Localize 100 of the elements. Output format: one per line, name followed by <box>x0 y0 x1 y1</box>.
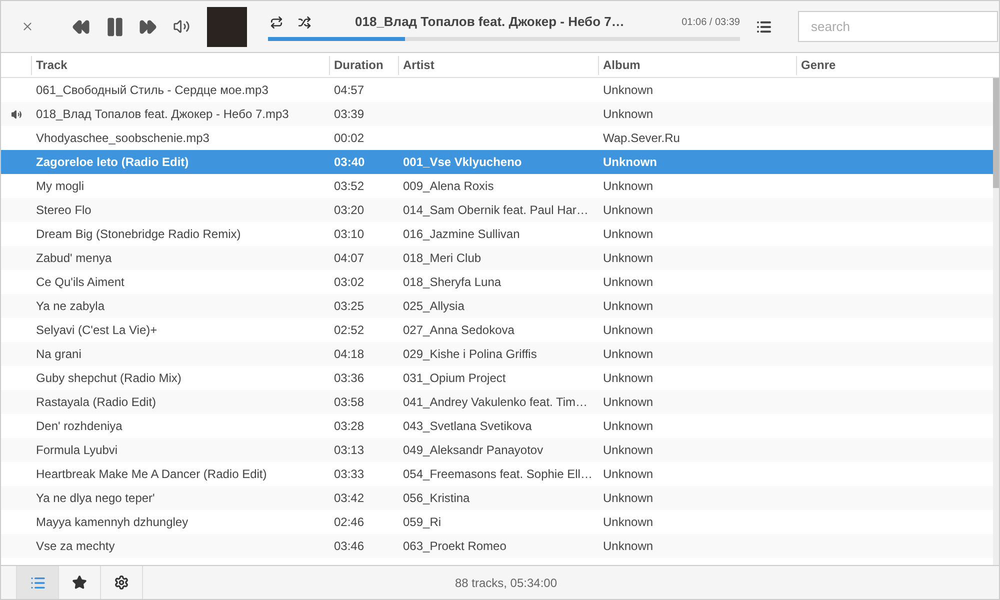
shuffle-icon <box>298 16 310 28</box>
table-cell: Ya ne zabyla <box>36 299 104 313</box>
track-row[interactable]: Zabud' menya 04:07 018_Meri Club Unknown <box>1 246 993 270</box>
table-cell: Formula Lyubvi <box>36 443 118 457</box>
table-cell: Unknown <box>603 275 654 289</box>
playback-time: 01:06 / 03:39 <box>682 16 740 30</box>
playlist-button[interactable] <box>756 18 772 34</box>
progress-track[interactable] <box>268 36 740 41</box>
table-cell: 049_Aleksandr Panayotov <box>403 443 544 457</box>
table-cell: Unknown <box>603 155 657 169</box>
table-cell: 059_Ri <box>403 515 442 529</box>
album-art-placeholder <box>207 6 247 46</box>
table-cell: 03:33 <box>334 467 364 481</box>
table-cell: Unknown <box>603 419 654 433</box>
table-cell: Unknown <box>603 227 654 241</box>
table-cell: 001_Vse Vklyucheno <box>403 155 522 169</box>
table-cell: Unknown <box>603 323 654 337</box>
table-cell: 03:46 <box>334 539 364 553</box>
table-cell: 016_Jazmine Sullivan <box>403 227 520 241</box>
table-cell: Mayya kamennyh dzhungley <box>36 515 188 529</box>
list-icon <box>30 574 46 590</box>
column-header[interactable]: Album <box>598 56 796 74</box>
table-cell: 03:10 <box>334 227 364 241</box>
table-cell: 054_Freemasons feat. Sophie Ell… <box>403 467 592 481</box>
table-cell: 04:07 <box>334 251 364 265</box>
table-cell: 03:13 <box>334 443 364 457</box>
table-cell: Unknown <box>603 179 654 193</box>
table-cell: 03:39 <box>334 107 364 121</box>
table-cell: 061_Свободный Стиль - Сердце мое.mp3 <box>36 83 268 97</box>
now-playing-title: 018_Влад Топалов feat. Джокер - Небо 7… <box>355 13 624 32</box>
settings-icon <box>114 575 129 590</box>
table-cell: Unknown <box>603 467 654 481</box>
table-cell: 014_Sam Obernik feat. Paul Har… <box>403 203 588 217</box>
table-cell: Unknown <box>603 491 654 505</box>
table-cell: 04:57 <box>334 83 364 97</box>
table-cell: Zabud' menya <box>36 251 112 265</box>
table-cell: 063_Proekt Romeo <box>403 539 506 553</box>
scrollbar[interactable] <box>993 78 999 565</box>
shuffle-button[interactable] <box>296 14 312 30</box>
column-header[interactable]: Track <box>31 56 329 74</box>
status-text: 88 tracks, 05:34:00 <box>454 574 558 592</box>
repeat-icon <box>270 16 282 28</box>
table-cell: 04:18 <box>334 347 364 361</box>
table-cell: 02:52 <box>334 323 364 337</box>
table-cell: 03:40 <box>334 155 365 169</box>
rewind-icon <box>72 18 90 36</box>
track-row[interactable]: Ya ne dlya nego teper' 03:42 056_Kristina Unknown <box>1 486 993 510</box>
table-cell: Unknown <box>603 347 654 361</box>
table-cell: 025_Allysia <box>403 299 464 313</box>
table-cell: 009_Alena Roxis <box>403 179 494 193</box>
table-cell: Rastayala (Radio Edit) <box>36 395 156 409</box>
table-cell: 018_Sheryfa Luna <box>403 275 502 289</box>
table-cell: Unknown <box>603 203 654 217</box>
table-cell: Unknown <box>603 539 654 553</box>
table-cell: Vse za mechty <box>36 539 115 553</box>
table-cell: Stereo Flo <box>36 203 92 217</box>
table-cell: 043_Svetlana Svetikova <box>403 419 532 433</box>
table-cell: Heartbreak Make Me A Dancer (Radio Edit) <box>36 467 267 481</box>
table-cell: Unknown <box>603 299 654 313</box>
table-cell: Unknown <box>603 515 654 529</box>
table-cell: Vhodyaschee_soobschenie.mp3 <box>36 131 210 145</box>
column-header[interactable]: Genre <box>796 56 999 74</box>
track-row[interactable]: Formula Lyubvi 03:13 049_Aleksandr Panayotov Unknown <box>1 438 993 462</box>
table-cell: Ya ne dlya nego teper' <box>36 491 155 505</box>
table-cell: Unknown <box>603 251 654 265</box>
table-cell: 00:02 <box>334 131 364 145</box>
star-icon <box>72 575 87 590</box>
table-cell: 027_Anna Sedokova <box>403 323 514 337</box>
table-cell: 03:20 <box>334 203 364 217</box>
track-row[interactable]: Rastayala (Radio Edit) 03:58 041_Andrey Vakulenko feat. Tim… Unknown <box>1 390 993 414</box>
table-cell: Unknown <box>603 395 654 409</box>
column-header[interactable]: Duration <box>329 56 398 74</box>
table-cell: 03:58 <box>334 395 364 409</box>
table-cell: 029_Kishe i Polina Griffis <box>403 347 537 361</box>
column-header[interactable]: Artist <box>398 56 598 74</box>
speaker-icon <box>172 18 190 35</box>
table-cell: 03:36 <box>334 371 364 385</box>
table-cell: Unknown <box>603 107 654 121</box>
table-cell: Wap.Sever.Ru <box>603 131 680 145</box>
repeat-button[interactable] <box>268 14 284 30</box>
table-cell: 03:02 <box>334 275 364 289</box>
fast-forward-icon <box>139 18 157 36</box>
track-row[interactable]: 018_Влад Топалов feat. Джокер - Небо 7.mp3 03:39 Unknown <box>1 102 993 126</box>
track-row[interactable]: Na grani 04:18 029_Kishe i Polina Griffis Unknown <box>1 342 993 366</box>
search-field[interactable]: search <box>798 11 998 42</box>
track-row[interactable]: Stereo Flo 03:20 014_Sam Obernik feat. Paul Har… Unknown <box>1 198 993 222</box>
track-row[interactable]: Vse za mechty 03:46 063_Proekt Romeo Unknown <box>1 534 993 558</box>
table-cell: 03:42 <box>334 491 364 505</box>
table-cell: 018_Meri Club <box>403 251 482 265</box>
list-icon <box>756 18 772 34</box>
table-cell: Na grani <box>36 347 82 361</box>
table-cell: Guby shepchut (Radio Mix) <box>36 371 182 385</box>
table-cell: Den' rozhdeniya <box>36 419 122 433</box>
table-cell: 02:46 <box>334 515 364 529</box>
table-cell: Unknown <box>603 83 654 97</box>
table-cell: 03:25 <box>334 299 364 313</box>
table-cell: 031_Opium Project <box>403 371 506 385</box>
table-cell: 03:52 <box>334 179 364 193</box>
track-row[interactable]: Ya ne zabyla 03:25 025_Allysia Unknown <box>1 294 993 318</box>
table-cell: Ce Qu'ils Aiment <box>36 275 124 289</box>
